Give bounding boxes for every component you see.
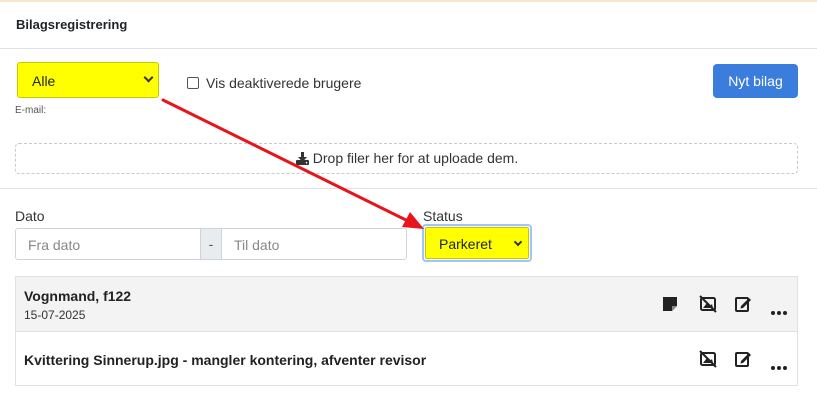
item-title: Kvittering Sinnerup.jpg - mangler konter…: [24, 352, 427, 368]
show-deactivated-checkbox[interactable]: [187, 77, 199, 89]
section-divider: [0, 188, 817, 189]
chevron-down-icon: [513, 237, 523, 247]
date-range-separator: -: [200, 228, 222, 260]
file-dropzone[interactable]: Drop filer her for at uploade dem.: [15, 143, 798, 174]
list-item[interactable]: Vognmand, f122 15-07-2025: [16, 277, 797, 332]
status-select[interactable]: Parkeret: [425, 227, 529, 259]
image-off-icon[interactable]: [699, 295, 717, 313]
dropzone-text: Drop filer her for at uploade dem.: [312, 150, 519, 166]
status-select-value: Parkeret: [439, 236, 492, 252]
to-date-input[interactable]: Til dato: [221, 228, 407, 260]
from-date-input[interactable]: Fra dato: [15, 228, 201, 260]
note-icon[interactable]: [661, 295, 679, 313]
new-voucher-button[interactable]: Nyt bilag: [713, 64, 798, 98]
edit-icon[interactable]: [734, 350, 752, 368]
voucher-list: Vognmand, f122 15-07-2025 Kvittering Sin…: [15, 276, 798, 386]
page-header: Bilagsregistrering: [0, 2, 817, 49]
date-label: Dato: [15, 208, 45, 224]
page-title: Bilagsregistrering: [16, 17, 128, 32]
item-date: 15-07-2025: [24, 308, 86, 322]
edit-icon[interactable]: [734, 295, 752, 313]
chevron-down-icon: [143, 72, 154, 83]
show-deactivated-label[interactable]: Vis deaktiverede brugere: [206, 75, 361, 91]
list-item[interactable]: Kvittering Sinnerup.jpg - mangler konter…: [16, 332, 797, 385]
status-label: Status: [423, 208, 463, 224]
item-title: Vognmand, f122: [24, 288, 132, 304]
download-icon: [295, 152, 309, 166]
email-label: E-mail:: [15, 105, 47, 116]
more-icon[interactable]: [771, 357, 789, 370]
more-icon[interactable]: [771, 302, 789, 315]
image-off-icon[interactable]: [699, 350, 717, 368]
user-select[interactable]: Alle: [17, 62, 159, 98]
user-select-value: Alle: [32, 73, 56, 89]
